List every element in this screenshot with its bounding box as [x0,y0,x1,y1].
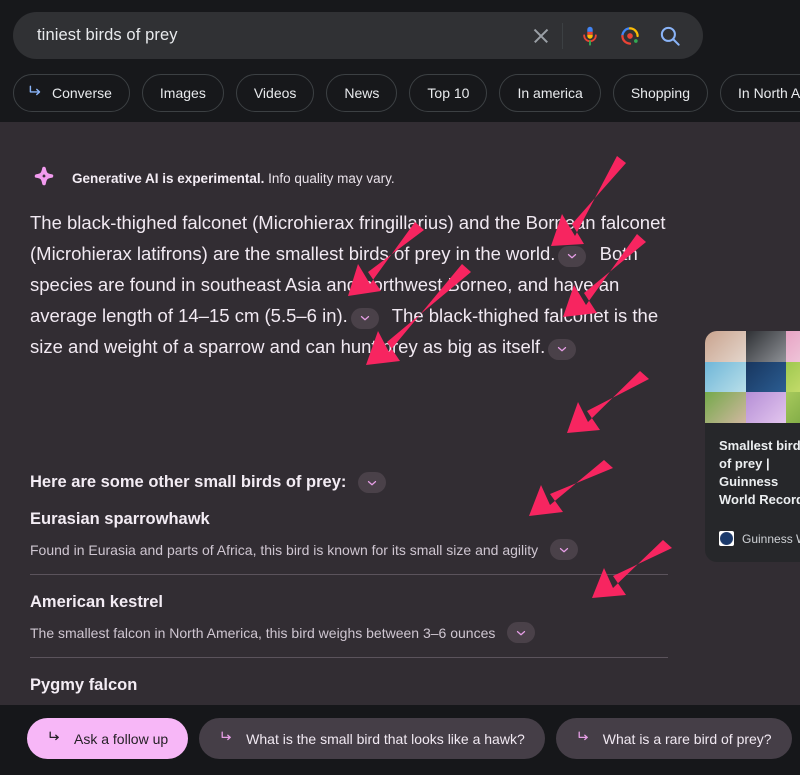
chip-label: Top 10 [427,85,470,101]
ai-disclaimer-rest: Info quality may vary. [264,171,395,186]
source-chevron-1[interactable] [558,245,587,267]
chip-videos[interactable]: Videos [235,74,315,112]
ai-disclaimer-bold: Generative AI is experimental. [72,171,265,186]
followup-suggestion-1[interactable]: What is the small bird that looks like a… [199,718,545,759]
chip-converse[interactable]: Converse [13,74,130,112]
ai-subheading: Here are some other small birds of prey: [30,472,389,493]
ai-disclaimer: Generative AI is experimental. Info qual… [30,162,395,195]
ai-disclaimer-text: Generative AI is experimental. Info qual… [72,171,395,186]
thumbnail [786,361,800,393]
thumbnail [745,392,787,423]
close-icon[interactable] [528,23,554,49]
list-item-title: Pygmy falcon [30,676,138,694]
microphone-icon[interactable] [577,23,603,49]
google-lens-icon[interactable] [617,23,643,49]
list-item-description-row: The smallest falcon in North America, th… [30,622,668,643]
reply-arrow-icon [219,729,235,748]
chip-in-north-america[interactable]: In North America [720,74,800,112]
chip-label: Videos [253,85,297,101]
thumbnail [705,331,746,362]
list-item: American kestrel The smallest falcon in … [30,574,668,657]
followup-bar: Ask a follow up What is the small bird t… [0,705,800,775]
thumbnail [705,392,746,423]
ask-a-follow-up-button[interactable]: Ask a follow up [27,718,189,759]
search-bar[interactable]: tiniest birds of prey [13,12,703,59]
followup-label: Ask a follow up [74,730,169,747]
guinness-favicon [719,531,734,546]
converse-arrow-icon [27,83,44,103]
reply-arrow-icon [47,729,63,748]
thumbnail [745,331,787,362]
chip-top-10[interactable]: Top 10 [409,74,488,112]
list-item-title: Eurasian sparrowhawk [30,510,210,528]
source-card-title: Smallest bird of prey | Guinness World R… [719,438,800,507]
source-card-source-name: Guinness W [742,531,800,546]
chip-label: In North America [738,85,800,101]
google-search-sge-screen: tiniest birds of prey Converse Images Vi… [0,0,800,775]
followup-label: What is a rare bird of prey? [602,730,772,747]
ai-overview-panel: Generative AI is experimental. Info qual… [0,122,800,775]
source-chevron-6[interactable] [507,622,536,643]
source-chevron-5[interactable] [550,539,579,560]
list-item-description: Found in Eurasia and parts of Africa, th… [30,541,539,558]
search-header: tiniest birds of prey Converse Images Vi… [0,0,800,122]
followup-chips-row[interactable]: Ask a follow up What is the small bird t… [27,718,800,759]
search-input[interactable]: tiniest birds of prey [37,26,528,45]
chip-in-america[interactable]: In america [499,74,601,112]
list-item: Eurasian sparrowhawk Found in Eurasia an… [30,510,668,574]
chip-label: In america [517,85,583,101]
chip-label: Converse [52,85,112,101]
chip-label: Shopping [630,85,690,101]
reply-arrow-icon [576,729,592,748]
thumbnail [786,392,800,423]
source-card-attribution: Guinness W [705,509,800,562]
list-item-title: American kestrel [30,593,163,611]
chip-images[interactable]: Images [141,74,224,112]
chip-shopping[interactable]: Shopping [612,74,708,112]
search-icon[interactable] [657,23,683,49]
followup-suggestion-2[interactable]: What is a rare bird of prey? [555,718,792,759]
thumbnail [705,361,746,393]
source-chevron-2[interactable] [350,307,379,329]
thumbnail-grid [705,331,800,423]
chip-news[interactable]: News [326,74,398,112]
ai-subheading-label: Here are some other small birds of prey: [30,473,347,491]
thumbnail [745,361,787,393]
followup-label: What is the small bird that looks like a… [246,730,525,747]
ai-answer-paragraph: The black-thighed falconet (Microhierax … [30,207,668,362]
source-card[interactable]: Smallest bird of prey | Guinness World R… [705,331,800,562]
source-chevron-4[interactable] [358,472,387,493]
thumbnail [786,331,800,362]
filter-chips-row[interactable]: Converse Images Videos News Top 10 In am… [13,74,800,112]
chip-label: Images [159,85,206,101]
search-divider [562,22,563,49]
source-chevron-3[interactable] [548,338,577,360]
chip-label: News [344,85,380,101]
list-item-description-row: Found in Eurasia and parts of Africa, th… [30,539,668,560]
list-item-description: The smallest falcon in North America, th… [30,624,496,641]
sparkle-icon [30,162,58,195]
